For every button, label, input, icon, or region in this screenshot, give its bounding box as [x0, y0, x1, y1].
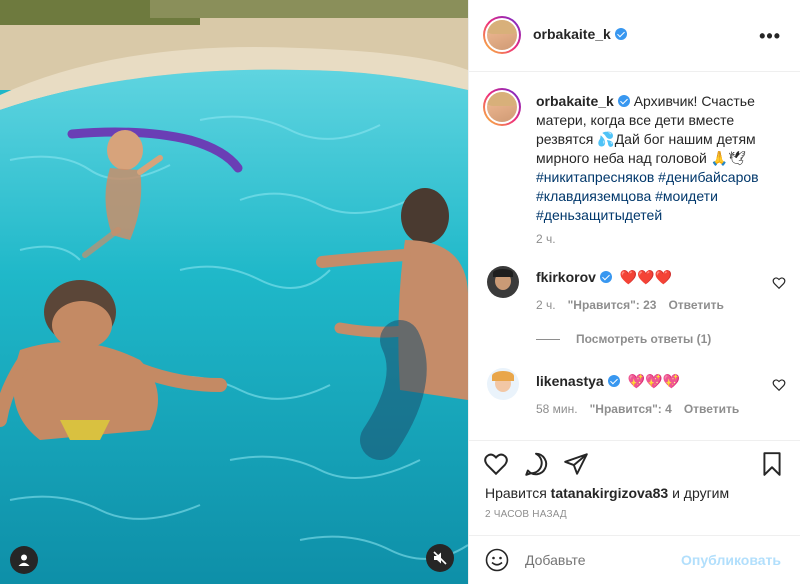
post-media[interactable]	[0, 0, 468, 584]
comment-time[interactable]: 2 ч.	[536, 298, 556, 312]
comment-text: 💖💖💖	[627, 373, 680, 389]
verified-icon	[617, 95, 630, 107]
comment-likes[interactable]: "Нравится": 23	[568, 298, 657, 312]
comment-reply-button[interactable]: Ответить	[668, 298, 723, 312]
divider-line	[536, 338, 560, 340]
heart-icon[interactable]	[483, 451, 509, 477]
view-replies-button[interactable]: Посмотреть ответы (1)	[536, 332, 711, 346]
verified-icon	[614, 28, 627, 40]
likes-summary: Нравится tatanakirgizova83 и другим	[485, 485, 729, 501]
verified-icon	[599, 271, 612, 283]
emoji-icon[interactable]	[485, 548, 509, 572]
mute-button[interactable]	[426, 544, 454, 572]
likes-others[interactable]: и другим	[672, 485, 729, 501]
comment-avatar[interactable]	[487, 266, 519, 298]
comment-avatar[interactable]	[487, 368, 519, 400]
caption-username[interactable]: orbakaite_k	[536, 93, 614, 109]
verified-icon	[607, 375, 620, 387]
post-side-panel: orbakaite_k ••• orbakaite_k Архивчик! Сч…	[468, 0, 800, 584]
comment-icon[interactable]	[523, 451, 549, 477]
post-caption: orbakaite_k Архивчик! Счастье матери, ко…	[536, 92, 786, 225]
avatar[interactable]	[487, 20, 517, 50]
comment-meta: 58 мин. "Нравится": 4 Ответить	[536, 402, 739, 416]
bookmark-icon[interactable]	[759, 451, 785, 477]
comment-meta: 2 ч. "Нравится": 23 Ответить	[536, 298, 724, 312]
caption-avatar[interactable]	[487, 92, 517, 122]
caption-time[interactable]: 2 ч.	[536, 232, 556, 246]
heart-icon[interactable]	[772, 276, 786, 290]
user-icon	[18, 554, 30, 566]
post-username[interactable]: orbakaite_k	[533, 26, 611, 42]
caption-hashtags[interactable]: #никитапресняков #денибайсаров #клавдияз…	[536, 169, 759, 223]
likes-prefix: Нравится	[485, 485, 547, 501]
comment-username[interactable]: likenastya	[536, 373, 604, 389]
likes-user[interactable]: tatanakirgizova83	[551, 485, 669, 501]
pool-video-frame	[0, 0, 468, 584]
comment-reply-button[interactable]: Ответить	[684, 402, 739, 416]
tagged-user-button[interactable]	[10, 546, 38, 574]
view-replies-label: Посмотреть ответы (1)	[576, 332, 712, 346]
comment-input[interactable]	[525, 552, 675, 568]
comment-text: ❤️❤️❤️	[619, 269, 673, 285]
heart-icon[interactable]	[772, 378, 786, 392]
comment-likes[interactable]: "Нравится": 4	[590, 402, 672, 416]
publish-button[interactable]: Опубликовать	[681, 552, 781, 568]
comment-item: likenastya 💖💖💖	[536, 372, 776, 390]
mute-icon	[433, 551, 447, 565]
post-date[interactable]: 2 ЧАСОВ НАЗАД	[485, 509, 567, 520]
more-icon[interactable]: •••	[759, 26, 781, 47]
comment-item: fkirkorov ❤️❤️❤️	[536, 268, 776, 286]
comment-time[interactable]: 58 мин.	[536, 402, 578, 416]
comment-username[interactable]: fkirkorov	[536, 269, 596, 285]
add-comment-row: Опубликовать	[469, 535, 800, 584]
share-icon[interactable]	[563, 451, 589, 477]
post-header: orbakaite_k •••	[469, 0, 800, 72]
